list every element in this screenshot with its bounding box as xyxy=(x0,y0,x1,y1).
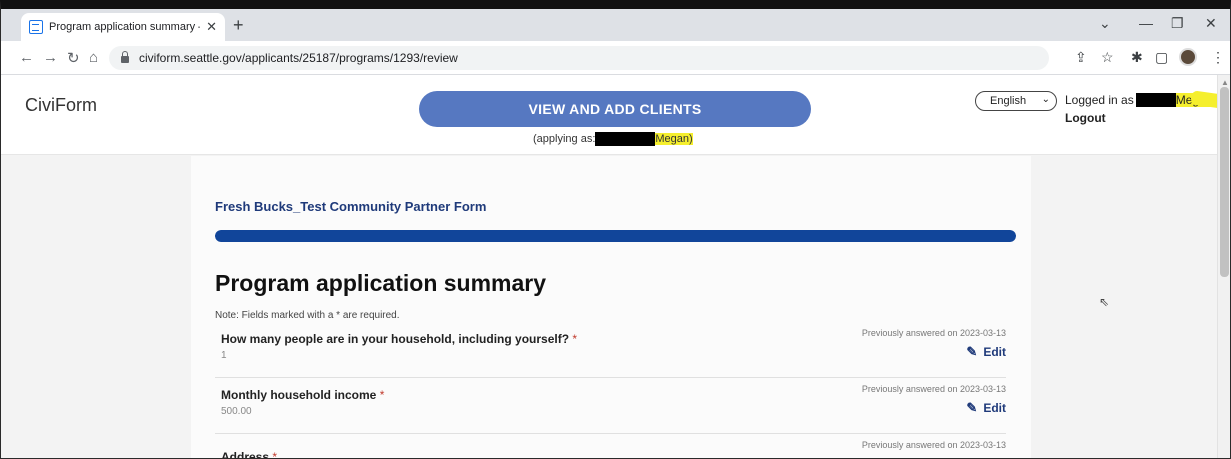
question-text: How many people are in your household, i… xyxy=(221,332,578,346)
pencil-icon: ✎ xyxy=(966,400,978,415)
close-window-icon[interactable]: ✕ xyxy=(1205,15,1217,32)
restore-icon[interactable]: ❐ xyxy=(1171,15,1184,32)
question-text: Address * xyxy=(221,450,278,459)
address-bar[interactable]: civiform.seattle.gov/applicants/25187/pr… xyxy=(109,46,1049,70)
bookmark-star-icon[interactable]: ☆ xyxy=(1101,49,1114,66)
reload-icon[interactable]: ↻ xyxy=(67,49,80,67)
side-panel-icon[interactable]: ▢ xyxy=(1155,49,1168,66)
browser-menu-icon[interactable]: ⋮ xyxy=(1211,49,1225,66)
previously-answered: Previously answered on 2023-03-13 xyxy=(861,328,1006,338)
page-scrollbar[interactable]: ▲ xyxy=(1217,75,1230,458)
applying-prefix: (applying as: xyxy=(533,133,596,145)
browser-window: Program application summary — ✕ + ⌄ — ❐ … xyxy=(0,0,1231,459)
scroll-up-arrow-icon[interactable]: ▲ xyxy=(1221,78,1229,87)
profile-avatar[interactable] xyxy=(1179,48,1197,66)
home-icon[interactable]: ⌂ xyxy=(89,49,98,66)
form-favicon-icon xyxy=(29,20,43,34)
site-header: CiviForm VIEW AND ADD CLIENTS (applying … xyxy=(1,75,1230,155)
redacted-name xyxy=(603,132,656,146)
question-row: Address * Previously answered on 2023-03… xyxy=(215,440,1006,459)
required-asterisk: * xyxy=(379,388,385,402)
pencil-icon: ✎ xyxy=(966,344,978,359)
redacted-name xyxy=(1135,93,1176,107)
applying-suffix: Megan) xyxy=(655,133,693,145)
page-viewport: CiviForm VIEW AND ADD CLIENTS (applying … xyxy=(1,75,1230,459)
required-asterisk: * xyxy=(272,450,278,459)
language-value: English xyxy=(990,95,1027,107)
highlight-mark xyxy=(595,132,604,146)
edit-button[interactable]: ✎ Edit xyxy=(966,400,1006,416)
question-text: Monthly household income * xyxy=(221,388,385,402)
page-title: Program application summary xyxy=(215,270,547,296)
browser-tab[interactable]: Program application summary — ✕ xyxy=(21,13,225,41)
tab-search-icon[interactable]: ⌄ xyxy=(1099,15,1111,32)
applying-as-label: (applying as: Megan) xyxy=(533,131,693,147)
share-icon[interactable]: ⇪ xyxy=(1075,49,1087,66)
forward-icon[interactable]: → xyxy=(43,49,58,66)
application-card: Fresh Bucks_Test Community Partner Form … xyxy=(191,156,1031,459)
minimize-icon[interactable]: — xyxy=(1139,15,1153,31)
required-note: Note: Fields marked with a * are require… xyxy=(215,310,400,321)
previously-answered: Previously answered on 2023-03-13 xyxy=(861,440,1006,450)
program-name: Fresh Bucks_Test Community Partner Form xyxy=(215,199,487,214)
question-row: Monthly household income * 500.00 Previo… xyxy=(215,384,1006,434)
chevron-down-icon: ⌄ xyxy=(1041,94,1050,105)
answer-value: 500.00 xyxy=(221,406,252,417)
back-icon[interactable]: ← xyxy=(19,49,34,66)
browser-toolbar: ← → ↻ ⌂ civiform.seattle.gov/applicants/… xyxy=(1,41,1230,75)
close-tab-icon[interactable]: ✕ xyxy=(206,19,217,35)
progress-bar xyxy=(215,230,1016,242)
extensions-icon[interactable]: ✱ xyxy=(1131,49,1143,66)
question-row: How many people are in your household, i… xyxy=(215,328,1006,378)
language-select[interactable]: English ⌄ xyxy=(975,91,1057,111)
progress-fill xyxy=(215,230,1016,242)
answer-value: 1 xyxy=(221,350,227,361)
view-and-add-clients-button[interactable]: VIEW AND ADD CLIENTS xyxy=(419,91,811,127)
previously-answered: Previously answered on 2023-03-13 xyxy=(861,384,1006,394)
brand-logo[interactable]: CiviForm xyxy=(25,95,97,116)
new-tab-button[interactable]: + xyxy=(233,15,244,36)
edit-button[interactable]: ✎ Edit xyxy=(966,344,1006,360)
tab-title: Program application summary — xyxy=(49,21,201,33)
url-text: civiform.seattle.gov/applicants/25187/pr… xyxy=(139,51,458,65)
lock-icon xyxy=(121,51,129,63)
logout-link[interactable]: Logout xyxy=(1065,111,1106,125)
tab-strip: Program application summary — ✕ + ⌄ — ❐ … xyxy=(1,9,1230,41)
mouse-cursor-icon: ⇖ xyxy=(1099,295,1110,309)
required-asterisk: * xyxy=(572,332,578,346)
scroll-thumb[interactable] xyxy=(1220,87,1229,277)
logged-in-prefix: Logged in as xyxy=(1065,93,1134,107)
